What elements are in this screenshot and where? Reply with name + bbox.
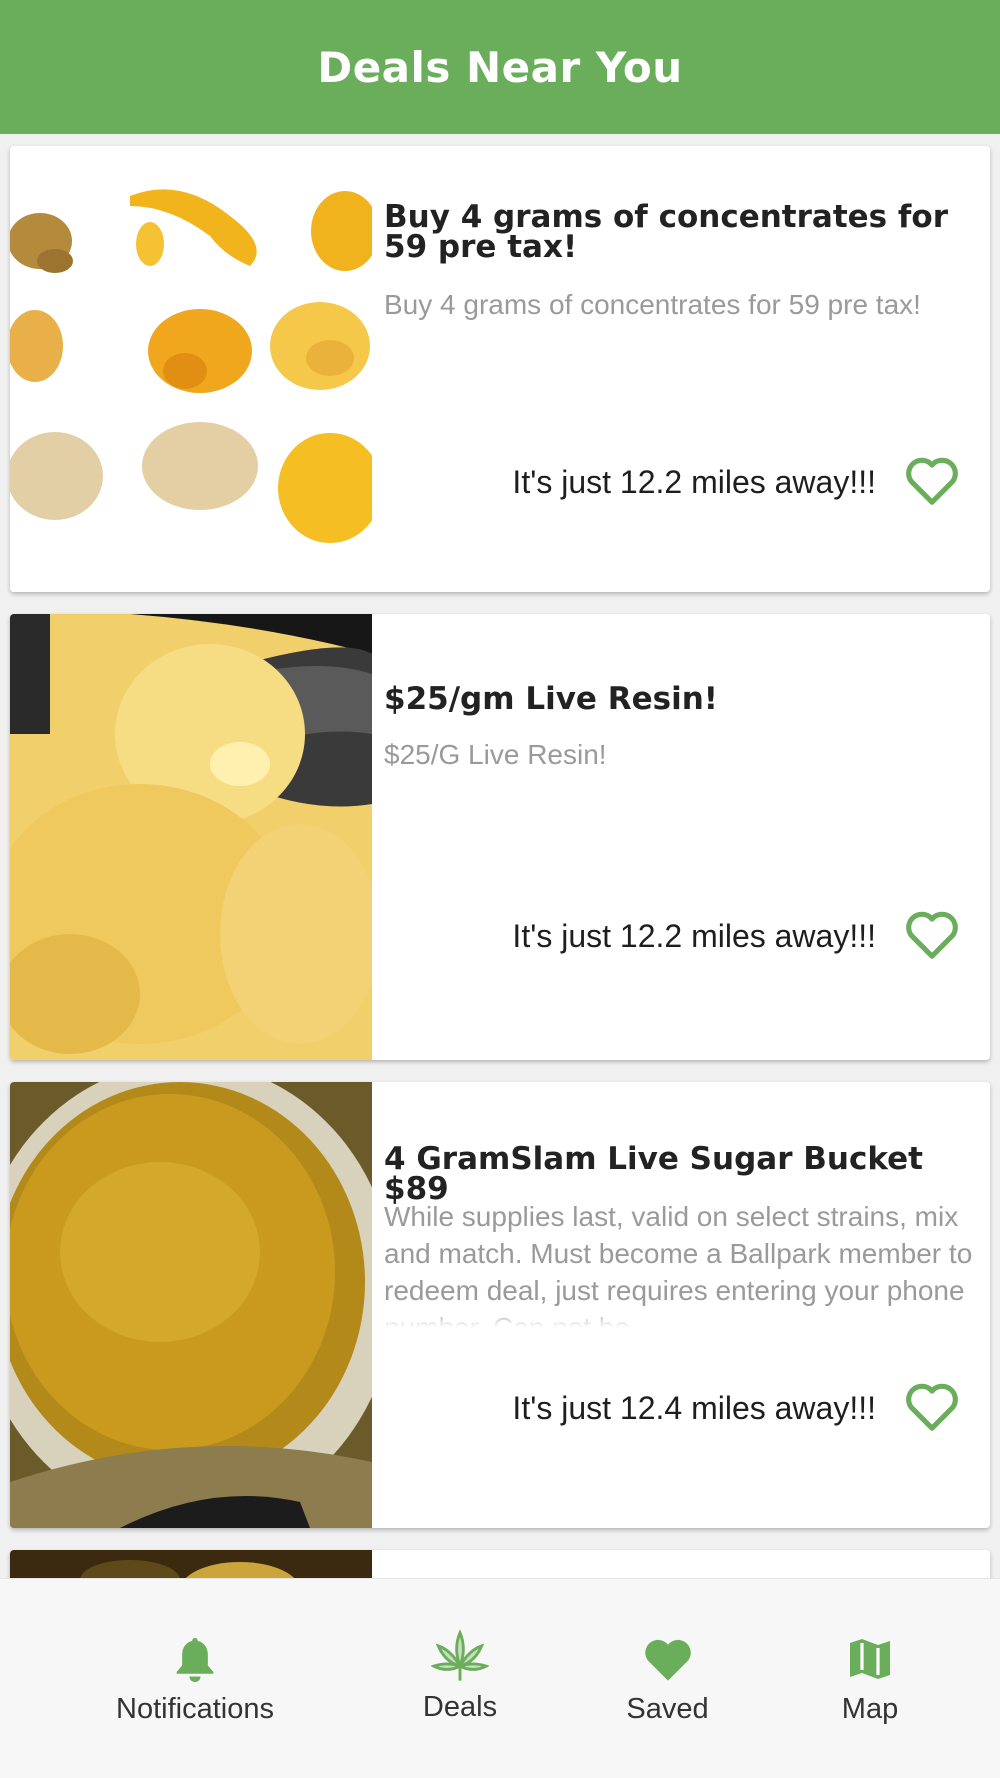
deal-distance: It's just 12.4 miles away!!! bbox=[512, 1390, 876, 1426]
deal-card[interactable]: $25/gm Live Resin! $25/G Live Resin! It'… bbox=[10, 614, 990, 1060]
deal-description: Buy 4 grams of concentrates for 59 pre t… bbox=[384, 289, 921, 320]
tab-saved[interactable]: Saved bbox=[590, 1579, 745, 1778]
save-deal-button[interactable] bbox=[904, 908, 960, 960]
bottom-tab-bar: Notifications Deals Saved Map bbox=[0, 1578, 1000, 1778]
tab-label: Saved bbox=[626, 1693, 709, 1725]
deal-title: Buy 4 grams of concentrates for 59 pre t… bbox=[384, 199, 948, 265]
app-header: Deals Near You bbox=[0, 0, 1000, 134]
deal-card[interactable] bbox=[10, 1550, 990, 1578]
heart-outline-icon bbox=[906, 457, 958, 505]
deal-description: $25/G Live Resin! bbox=[384, 739, 607, 770]
tab-notifications[interactable]: Notifications bbox=[95, 1579, 295, 1778]
deal-distance: It's just 12.2 miles away!!! bbox=[512, 918, 876, 954]
deal-distance: It's just 12.2 miles away!!! bbox=[512, 464, 876, 500]
tab-map[interactable]: Map bbox=[800, 1579, 940, 1778]
map-icon bbox=[850, 1639, 890, 1679]
page-title: Deals Near You bbox=[317, 42, 683, 92]
deal-description: While supplies last, valid on select str… bbox=[384, 1198, 984, 1328]
heart-outline-icon bbox=[906, 1383, 958, 1431]
cannabis-leaf-icon bbox=[431, 1629, 489, 1681]
tab-deals[interactable]: Deals bbox=[380, 1579, 540, 1778]
deal-title: $25/gm Live Resin! bbox=[384, 681, 718, 717]
deals-feed[interactable]: Buy 4 grams of concentrates for 59 pre t… bbox=[0, 134, 1000, 1578]
deal-image bbox=[10, 1550, 372, 1578]
deal-title: 4 GramSlam Live Sugar Bucket $89 bbox=[384, 1141, 923, 1207]
tab-label: Notifications bbox=[116, 1693, 274, 1725]
deal-card[interactable]: Buy 4 grams of concentrates for 59 pre t… bbox=[10, 146, 990, 592]
tab-label: Deals bbox=[422, 1691, 498, 1723]
heart-outline-icon bbox=[906, 911, 958, 959]
deal-image bbox=[10, 1082, 372, 1528]
save-deal-button[interactable] bbox=[904, 454, 960, 506]
deal-image bbox=[10, 146, 372, 592]
tab-label: Map bbox=[841, 1693, 899, 1725]
heart-icon bbox=[644, 1639, 691, 1681]
bell-icon bbox=[176, 1638, 214, 1682]
deal-image bbox=[10, 614, 372, 1060]
deal-card[interactable]: 4 GramSlam Live Sugar Bucket $89 While s… bbox=[10, 1082, 990, 1528]
save-deal-button[interactable] bbox=[904, 1380, 960, 1432]
